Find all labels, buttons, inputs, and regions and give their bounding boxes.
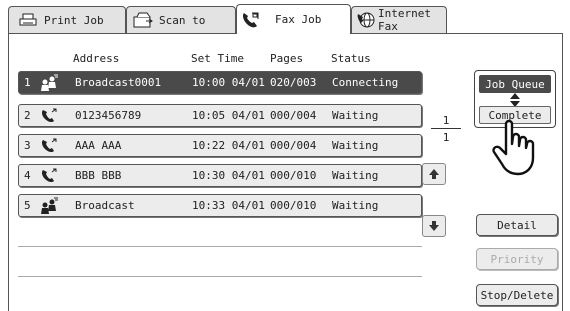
row-status: Waiting [332,109,379,122]
page-total: 1 [442,131,450,144]
row-set-time: 10:30 04/01 [192,169,265,182]
row-status: Waiting [332,139,379,152]
job-row[interactable]: 4 BBB BBB 10:30 04/01 000/010 Waiting [18,164,422,187]
arrow-down-icon [429,221,439,231]
row-number: 3 [24,139,31,152]
tab-label: Fax Job [275,13,322,26]
job-row[interactable]: 5 Broadcast 10:33 04/01 000/010 Waiting [18,194,422,217]
row-address: Broadcast0001 [75,76,162,89]
row-number: 1 [24,76,31,89]
row-pages: 000/004 [270,139,317,152]
job-row[interactable]: 2 0123456789 10:05 04/01 000/004 Waiting [18,104,422,127]
phone-icon [39,107,59,125]
scroll-up-button[interactable] [422,163,446,185]
tab-label: Internet Fax [378,7,431,33]
broadcast-icon [39,74,59,92]
fax-job-status-screen: Print Job Scan to Fax Job Internet Fax A… [0,0,570,311]
detail-button[interactable]: Detail [476,214,558,236]
fax-phone-icon [241,12,261,28]
column-header-status: Status [331,52,371,65]
job-row[interactable]: 1 Broadcast0001 10:00 04/01 020/003 Conn… [18,71,422,94]
empty-row-divider [18,276,422,277]
row-address: 0123456789 [75,109,142,122]
row-status: Connecting [332,76,399,89]
row-set-time: 10:00 04/01 [192,76,265,89]
row-address: BBB BBB [75,169,122,182]
row-number: 4 [24,169,31,182]
phone-icon [39,137,59,155]
row-pages: 000/010 [270,199,317,212]
job-queue-button[interactable]: Job Queue [479,75,551,93]
row-pages: 000/004 [270,109,317,122]
tab-print-job[interactable]: Print Job [8,6,126,33]
column-header-set-time: Set Time [191,52,244,65]
row-status: Waiting [332,169,379,182]
broadcast-icon [39,197,59,215]
row-number: 5 [24,199,31,212]
pointing-hand-icon [492,119,535,176]
row-pages: 000/010 [270,169,317,182]
scroll-down-button[interactable] [422,215,446,237]
tab-fax-job[interactable]: Fax Job [236,4,351,34]
empty-row-divider [18,246,422,247]
tab-scan-to[interactable]: Scan to [126,6,236,33]
row-set-time: 10:33 04/01 [192,199,265,212]
row-set-time: 10:22 04/01 [192,139,265,152]
arrow-up-icon [429,169,439,179]
scanner-icon [133,12,153,28]
row-address: Broadcast [75,199,135,212]
job-row[interactable]: 3 AAA AAA 10:22 04/01 000/004 Waiting [18,134,422,157]
priority-button[interactable]: Priority [476,248,558,270]
tab-internet-fax[interactable]: Internet Fax [351,6,447,33]
row-address: AAA AAA [75,139,122,152]
row-status: Waiting [332,199,379,212]
internet-fax-icon [356,12,376,28]
column-header-address: Address [73,52,120,65]
row-number: 2 [24,109,31,122]
stop-delete-button[interactable]: Stop/Delete [476,284,558,306]
page-current: 1 [442,114,450,127]
phone-icon [39,167,59,185]
row-pages: 020/003 [270,76,317,89]
row-set-time: 10:05 04/01 [192,109,265,122]
tab-label: Print Job [44,13,104,27]
toggle-arrows-icon [510,93,520,107]
column-header-pages: Pages [270,52,304,65]
tab-label: Scan to [159,13,206,27]
page-divider [431,128,461,129]
printer-icon [18,12,38,28]
